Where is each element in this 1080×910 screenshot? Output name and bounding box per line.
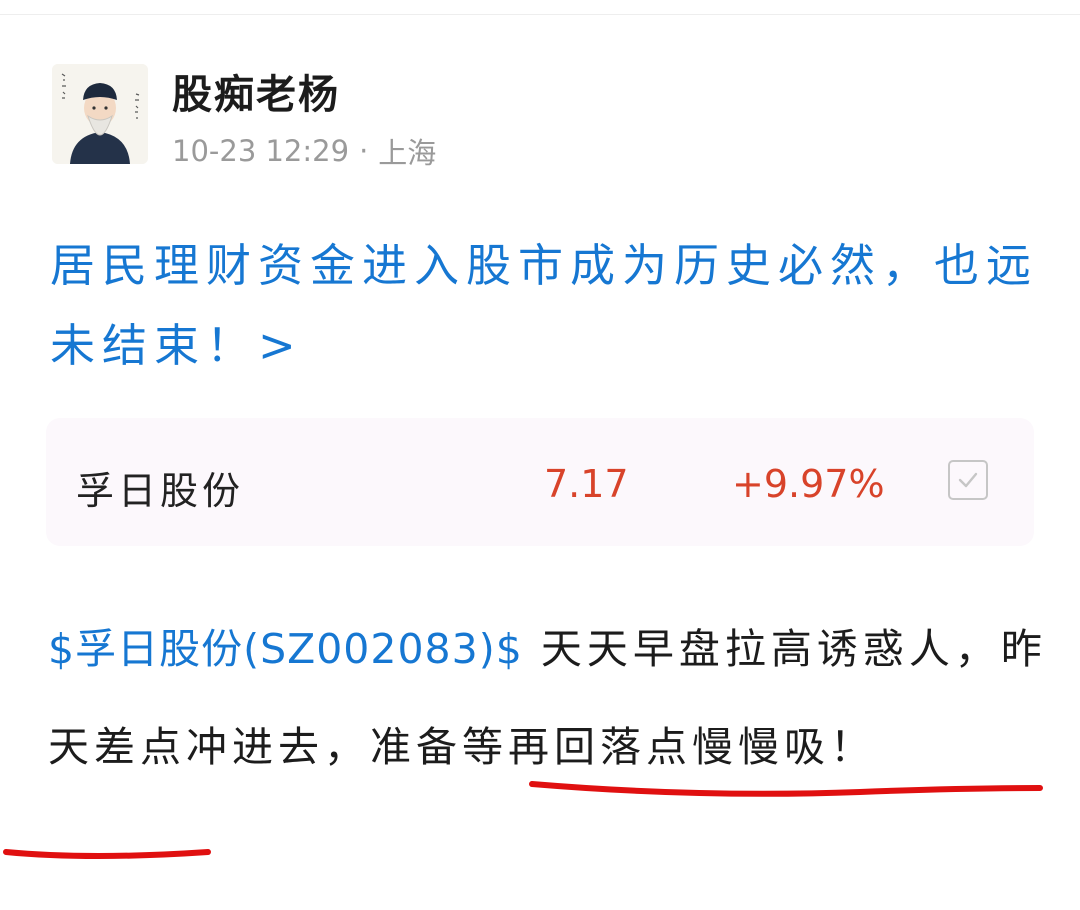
red-underline-annotation xyxy=(3,781,1043,859)
